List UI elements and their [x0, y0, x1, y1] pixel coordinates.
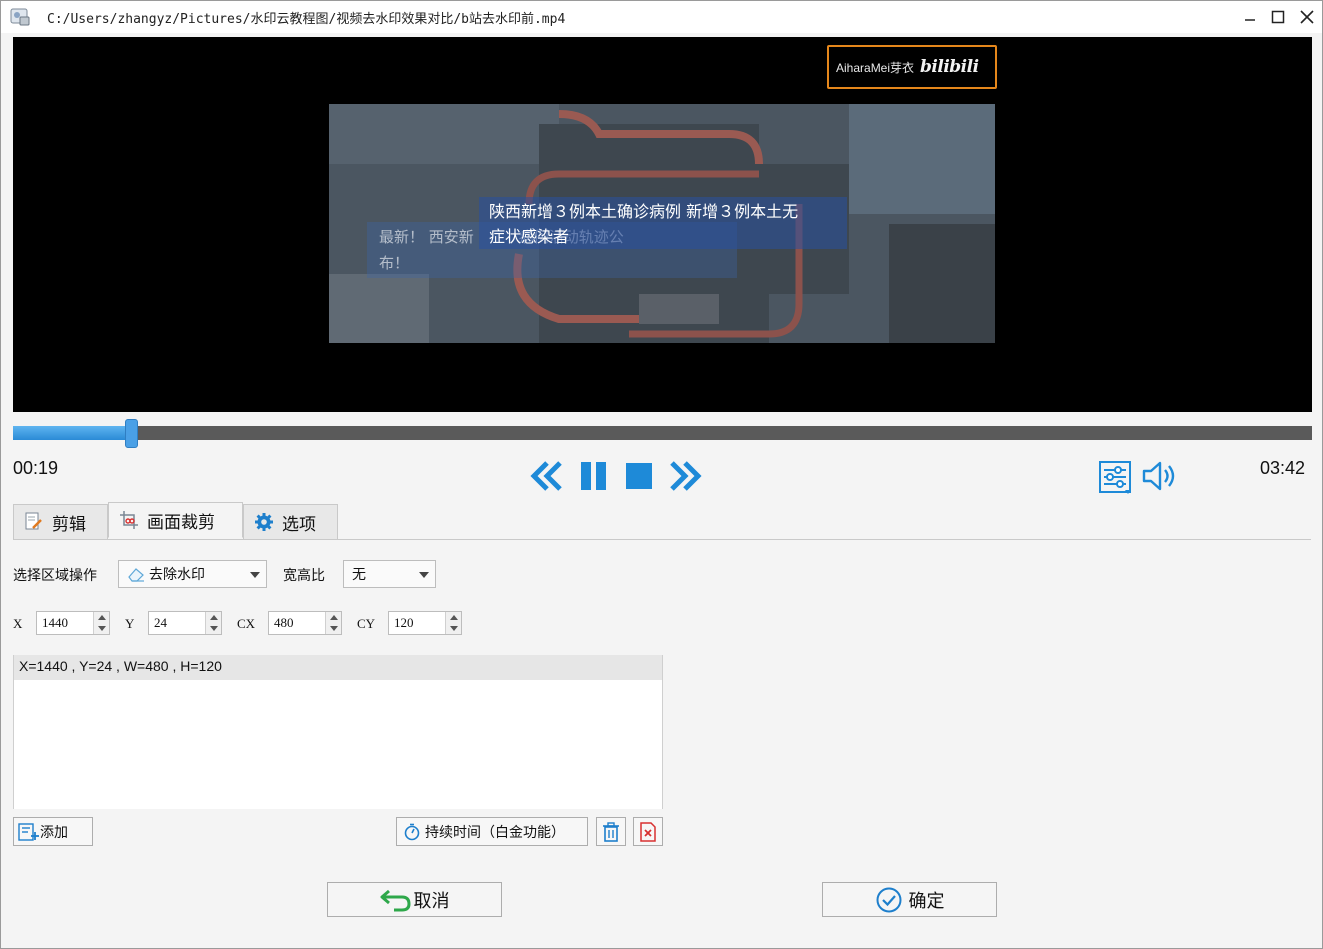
cx-label: CX — [237, 616, 256, 631]
watermark-selection-box[interactable]: AiharaMei芽衣 bilibili — [827, 45, 997, 89]
x-value: 1440 — [42, 615, 68, 630]
window-title: C:/Users/zhangyz/Pictures/水印云教程图/视频去水印效果… — [47, 12, 566, 27]
cx-stepper[interactable]: 480 — [268, 611, 342, 635]
tab-strip-divider — [13, 539, 1311, 540]
undo-arrow-icon — [380, 889, 411, 911]
seek-handle[interactable] — [125, 419, 138, 448]
add-list-icon — [18, 822, 39, 841]
video-frame: 最新！ 西安新 病例活动轨迹公 布！ 陕西新增３例本土确诊病例 新增３例本土无 … — [329, 104, 995, 343]
ok-button-label: 确定 — [908, 890, 945, 912]
app-window: C:/Users/zhangyz/Pictures/水印云教程图/视频去水印效果… — [0, 0, 1323, 949]
add-button-label: 添加 — [40, 824, 68, 841]
aspect-value: 无 — [352, 567, 366, 583]
cy-value: 120 — [394, 615, 414, 630]
current-time: 00:19 — [13, 458, 59, 478]
duration-button[interactable]: 持续时间（白金功能） — [396, 817, 588, 846]
maximize-button[interactable] — [1266, 5, 1290, 29]
cancel-button-label: 取消 — [413, 890, 450, 912]
video-preview[interactable]: AiharaMei芽衣 bilibili 最新！ 西安新 病例活动轨迹公 布！ — [13, 37, 1312, 412]
close-button[interactable] — [1295, 5, 1319, 29]
cancel-button[interactable]: 取消 — [327, 882, 502, 917]
list-item[interactable]: X=1440 , Y=24 , W=480 , H=120 — [14, 655, 662, 680]
fast-forward-icon — [670, 461, 702, 491]
stop-button[interactable] — [623, 461, 655, 491]
rewind-icon — [530, 461, 562, 491]
clear-all-button[interactable] — [633, 817, 663, 846]
subtitle-line-2: 症状感染者 — [489, 227, 570, 246]
pause-icon — [581, 462, 606, 490]
gear-icon — [254, 512, 274, 532]
seek-bar[interactable] — [13, 419, 1312, 448]
stop-icon — [626, 463, 652, 489]
region-op-label: 选择区域操作 — [13, 568, 97, 584]
speaker-icon — [1142, 461, 1175, 491]
ok-button[interactable]: 确定 — [822, 882, 997, 917]
chevron-down-icon — [419, 572, 429, 578]
edit-icon — [24, 512, 44, 532]
cy-label: CY — [357, 616, 376, 631]
fast-forward-button[interactable] — [667, 459, 703, 493]
rewind-button[interactable] — [529, 459, 565, 493]
crop-icon — [119, 510, 139, 530]
subtitle-line-1: 陕西新增３例本土确诊病例 新增３例本土无 — [489, 202, 799, 221]
y-stepper[interactable]: 24 — [148, 611, 222, 635]
tab-options-label: 选项 — [282, 514, 316, 535]
original-subtitle-line-2: 布！ — [379, 254, 410, 272]
equalizer-button[interactable] — [1097, 459, 1133, 495]
cy-stepper-buttons[interactable] — [445, 612, 461, 634]
aspect-select[interactable]: 无 — [343, 560, 436, 588]
check-circle-icon — [876, 887, 901, 912]
sliders-icon — [1099, 461, 1131, 494]
cx-value: 480 — [274, 615, 294, 630]
watermark-text: AiharaMei芽衣 — [836, 60, 915, 75]
x-stepper-buttons[interactable] — [93, 612, 109, 634]
x-label: X — [13, 616, 23, 631]
cy-stepper[interactable]: 120 — [388, 611, 462, 635]
stopwatch-icon — [404, 823, 420, 840]
aspect-label: 宽高比 — [283, 568, 325, 584]
add-button[interactable]: 添加 — [13, 817, 93, 846]
region-op-select[interactable]: 去除水印 — [118, 560, 267, 588]
y-value: 24 — [154, 615, 167, 630]
tab-crop[interactable]: 画面裁剪 — [108, 502, 243, 538]
clear-list-icon — [640, 821, 656, 842]
x-stepper[interactable]: 1440 — [36, 611, 110, 635]
app-icon — [9, 6, 31, 28]
eraser-icon — [128, 568, 144, 582]
cx-stepper-buttons[interactable] — [325, 612, 341, 634]
seek-progress — [13, 426, 131, 440]
total-time: 03:42 — [1260, 458, 1306, 478]
tab-edit[interactable]: 剪辑 — [13, 504, 108, 540]
pause-button[interactable] — [579, 459, 609, 493]
volume-button[interactable] — [1141, 459, 1179, 493]
region-list[interactable]: X=1440 , Y=24 , W=480 , H=120 — [13, 655, 663, 809]
chevron-down-icon — [250, 572, 260, 578]
tab-crop-label: 画面裁剪 — [147, 512, 215, 533]
delete-button[interactable] — [596, 817, 626, 846]
title-bar: C:/Users/zhangyz/Pictures/水印云教程图/视频去水印效果… — [1, 1, 1322, 33]
tab-options[interactable]: 选项 — [243, 504, 338, 540]
y-label: Y — [125, 616, 135, 631]
trash-icon — [603, 821, 619, 842]
minimize-button[interactable] — [1238, 5, 1262, 29]
subtitle-overlay: 陕西新增３例本土确诊病例 新增３例本土无 症状感染者 — [479, 197, 847, 249]
tab-edit-label: 剪辑 — [52, 514, 86, 535]
duration-button-label: 持续时间（白金功能） — [425, 824, 565, 841]
y-stepper-buttons[interactable] — [205, 612, 221, 634]
region-op-value: 去除水印 — [149, 567, 205, 583]
watermark-logo: bilibili — [920, 57, 979, 77]
